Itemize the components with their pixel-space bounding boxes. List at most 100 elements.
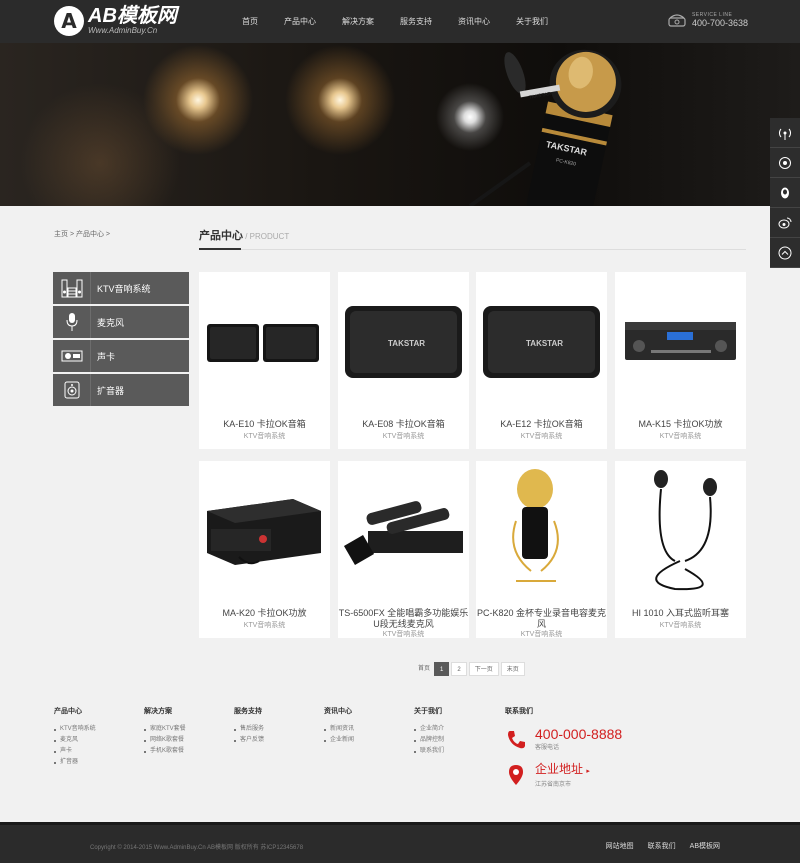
footer-link[interactable]: 网络K歌套餐 (144, 735, 186, 746)
contact-title: 联系我们 (505, 708, 533, 715)
category-item-ktv[interactable]: KTV音响系统 (53, 272, 189, 304)
footer-col-products: 产品中心 KTV音响系统 麦克风 声卡 扩音器 (54, 706, 96, 768)
product-card[interactable]: TS-6500FX 全能唱霸多功能娱乐U段无线麦克风 KTV音响系统 (338, 461, 469, 638)
footer-link[interactable]: 扩音器 (54, 757, 96, 768)
pager-first[interactable]: 首页 (416, 662, 432, 676)
footer-col-title: 资讯中心 (324, 708, 352, 715)
product-name[interactable]: TS-6500FX 全能唱霸多功能娱乐U段无线麦克风 (338, 608, 469, 630)
footer-col-title: 产品中心 (54, 708, 82, 715)
product-category: KTV音响系统 (382, 631, 425, 638)
footer-link[interactable]: 售后服务 (234, 724, 264, 735)
nav-news[interactable]: 资讯中心 (446, 0, 504, 43)
footer-link[interactable]: 声卡 (54, 746, 96, 757)
qq-icon[interactable] (770, 178, 800, 208)
nav-solutions[interactable]: 解决方案 (330, 0, 388, 43)
category-item-sound-card[interactable]: 声卡 (53, 340, 189, 372)
footer-link[interactable]: 企业简介 (414, 724, 444, 735)
footer-link[interactable]: KTV音响系统 (54, 724, 96, 735)
product-category: KTV音响系统 (243, 622, 286, 629)
microphone-icon (53, 306, 91, 338)
product-image (476, 461, 607, 606)
location-icon[interactable] (770, 148, 800, 178)
breadcrumb-separator: > (103, 231, 111, 238)
page-title-en: / PRODUCT (243, 232, 290, 241)
product-name[interactable]: KA-E08 卡拉OK音箱 (338, 419, 469, 430)
title-divider (199, 249, 746, 250)
product-name[interactable]: PC-K820 金杯专业录音电容麦克风 (476, 608, 607, 630)
product-card[interactable]: TAKSTAR KA-E08 卡拉OK音箱 KTV音响系统 (338, 272, 469, 449)
speaker-cabinet-icon (53, 272, 91, 304)
logo-title: AB模板网 (88, 5, 177, 27)
hotline: SERVICE LINE 400-700-3638 (668, 12, 748, 28)
category-label: 麦克风 (97, 317, 125, 328)
product-card[interactable]: TAKSTAR KA-E12 卡拉OK音箱 KTV音响系统 (476, 272, 607, 449)
contact-phone: 400-000-8888 客服电话 (505, 727, 622, 751)
category-item-loudspeaker[interactable]: 扩音器 (53, 374, 189, 406)
pager-page-2[interactable]: 2 (451, 662, 467, 676)
product-card[interactable]: PC-K820 金杯专业录音电容麦克风 KTV音响系统 (476, 461, 607, 638)
product-card[interactable]: MA-K20 卡拉OK功放 KTV音响系统 (199, 461, 330, 638)
product-category: KTV音响系统 (243, 433, 286, 440)
weibo-icon[interactable] (770, 208, 800, 238)
nav-products[interactable]: 产品中心 (272, 0, 330, 43)
category-list: KTV音响系统 麦克风 声卡 扩音器 (53, 272, 189, 408)
logo-badge-icon: A (54, 6, 84, 36)
page-title-text: 产品中心 (199, 230, 243, 242)
svg-text:TAKSTAR: TAKSTAR (526, 339, 563, 348)
footer-link[interactable]: 客户反馈 (234, 735, 264, 746)
product-name[interactable]: HI 1010 入耳式监听耳塞 (615, 608, 746, 619)
hotline-number: 400-700-3638 (691, 18, 748, 28)
category-item-microphone[interactable]: 麦克风 (53, 306, 189, 338)
footer-link[interactable]: 手机K歌套餐 (144, 746, 186, 757)
svg-text:TAKSTAR: TAKSTAR (388, 339, 425, 348)
product-name[interactable]: MA-K20 卡拉OK功放 (199, 608, 330, 619)
footer-link[interactable]: 联系我们 (414, 746, 444, 757)
contact-address-title: 企业地址 ▸ (535, 762, 590, 776)
breadcrumb-current[interactable]: 产品中心 (76, 231, 104, 238)
footer-link-ab[interactable]: AB模板网 (690, 841, 720, 851)
product-name[interactable]: KA-E12 卡拉OK音箱 (476, 419, 607, 430)
footer-link[interactable]: 新闻资讯 (324, 724, 354, 735)
pager-last[interactable]: 末页 (500, 662, 525, 676)
footer-col-title: 关于我们 (414, 708, 442, 715)
product-name[interactable]: MA-K15 卡拉OK功放 (615, 419, 746, 430)
sound-card-icon (53, 340, 91, 372)
contact-phone-label: 客服电话 (535, 745, 560, 751)
footer-link-sitemap[interactable]: 网站地图 (606, 841, 634, 851)
telephone-icon (668, 14, 686, 27)
product-image (199, 272, 330, 417)
contact-address: 企业地址 ▸ 江苏省南京市 (505, 762, 590, 788)
pagination: 首页 1 2 下一页 末页 (416, 662, 527, 676)
footer-link[interactable]: 品牌控制 (414, 735, 444, 746)
footer-col-about: 关于我们 企业简介 品牌控制 联系我们 (414, 706, 444, 757)
footer-col-title: 解决方案 (144, 708, 172, 715)
product-card[interactable]: KA-E10 卡拉OK音箱 KTV音响系统 (199, 272, 330, 449)
footer-link[interactable]: 家庭KTV套餐 (144, 724, 186, 735)
product-image: TAKSTAR (338, 272, 469, 417)
product-category: KTV音响系统 (659, 622, 702, 629)
pager-next[interactable]: 下一页 (468, 662, 499, 676)
broadcast-icon[interactable] (770, 118, 800, 148)
product-image (199, 461, 330, 606)
nav-support[interactable]: 服务支持 (388, 0, 446, 43)
category-label: 扩音器 (97, 385, 125, 396)
product-image: TAKSTAR (476, 272, 607, 417)
site-logo[interactable]: A AB模板网 Www.AdminBuy.Cn (54, 4, 177, 38)
product-card[interactable]: HI 1010 入耳式监听耳塞 KTV音响系统 (615, 461, 746, 638)
product-image (338, 461, 469, 606)
product-category: KTV音响系统 (659, 433, 702, 440)
nav-home[interactable]: 首页 (230, 0, 272, 43)
site-footer: Copyright © 2014-2015 Www.AdminBuy.Cn AB… (0, 822, 800, 863)
footer-link[interactable]: 麦克风 (54, 735, 96, 746)
page-title: 产品中心 / PRODUCT (199, 227, 289, 243)
product-card[interactable]: MA-K15 卡拉OK功放 KTV音响系统 (615, 272, 746, 449)
contact-address-text: 江苏省南京市 (535, 782, 572, 788)
product-image (615, 272, 746, 417)
back-to-top-icon[interactable] (770, 238, 800, 268)
pager-page-1[interactable]: 1 (434, 662, 450, 676)
footer-link[interactable]: 企业新闻 (324, 735, 354, 746)
breadcrumb-home[interactable]: 主页 (54, 231, 68, 238)
product-name[interactable]: KA-E10 卡拉OK音箱 (199, 419, 330, 430)
footer-link-contact[interactable]: 联系我们 (648, 841, 676, 851)
nav-about[interactable]: 关于我们 (504, 0, 562, 43)
